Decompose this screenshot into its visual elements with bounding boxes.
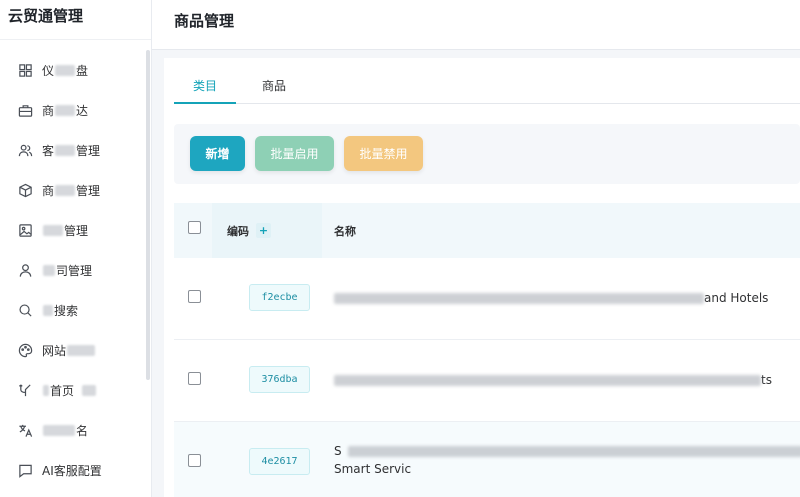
name-cell: S Smart Servic [334, 444, 800, 476]
sidebar-item-materials[interactable]: 管理 [0, 210, 146, 250]
name-cell: ts [334, 373, 772, 387]
sidebar-item-label: AI客服配置 [42, 463, 102, 478]
table-header: 编码 + 名称 [174, 203, 800, 258]
sidebar-item-label: 商 [42, 103, 55, 118]
sidebar-item-label-suffix: 管理 [76, 183, 101, 198]
redacted-text [334, 375, 761, 386]
image-icon [17, 222, 33, 238]
sidebar-item-label-suffix: 达 [76, 103, 89, 118]
redacted-text [43, 424, 75, 436]
tab-products[interactable]: 商品 [244, 68, 304, 104]
batch-enable-button[interactable]: 批量启用 [255, 136, 334, 171]
sidebar-item-company[interactable]: 司管理 [0, 250, 146, 290]
redacted-text [347, 446, 800, 457]
sidebar-item-label-suffix: 盘 [76, 63, 89, 78]
sidebar-item-translation[interactable]: 名 [0, 410, 146, 450]
sidebar-item-products[interactable]: 商 管理 [0, 170, 146, 210]
expand-column-button[interactable]: + [256, 223, 271, 238]
redacted-text [82, 384, 97, 396]
sidebar-item-customers[interactable]: 客 管理 [0, 130, 146, 170]
users-icon [17, 142, 33, 158]
tab-categories[interactable]: 类目 [174, 68, 236, 104]
chat-icon [17, 462, 33, 478]
add-button[interactable]: 新增 [190, 136, 245, 171]
sidebar-item-label-suffix: 管理 [76, 143, 101, 158]
sidebar-item-label: 客 [42, 143, 55, 158]
redacted-text [43, 384, 49, 396]
category-table: 编码 + 名称 f2ecbe and Hotels 376dba ts 4e26… [174, 203, 800, 497]
sidebar-item-search[interactable]: 搜索 [0, 290, 146, 330]
redacted-text [43, 224, 63, 236]
batch-disable-button[interactable]: 批量禁用 [344, 136, 423, 171]
sidebar-item-homepage[interactable]: 首页 [0, 370, 146, 410]
sidebar-item-label-suffix: 管理 [64, 223, 89, 238]
code-tag: f2ecbe [249, 284, 310, 311]
sidebar-item-business[interactable]: 商达 [0, 90, 146, 130]
redacted-text [43, 304, 53, 316]
redacted-text [55, 64, 76, 76]
app-title: 云贸通管理 [0, 0, 151, 40]
table-row[interactable]: f2ecbe and Hotels [174, 258, 800, 340]
name-cell: and Hotels [334, 291, 768, 305]
sidebar-scrollbar[interactable] [146, 50, 150, 380]
branch-icon [17, 382, 33, 398]
page-header: 商品管理 [152, 0, 800, 50]
code-tag: 376dba [249, 366, 310, 393]
redacted-text [43, 264, 55, 276]
row-checkbox[interactable] [188, 454, 201, 467]
page-title: 商品管理 [174, 12, 235, 30]
name-text: ts [761, 373, 772, 387]
redacted-text [55, 104, 76, 116]
code-tag: 4e2617 [249, 448, 310, 475]
briefcase-icon [17, 102, 33, 118]
sidebar-item-label: 仪 [42, 63, 55, 78]
name-text: S [334, 444, 342, 458]
user-icon [17, 262, 33, 278]
main-content: 类目 商品 新增 批量启用 批量禁用 编码 + 名称 f2ecbe and Ho… [164, 58, 800, 497]
sidebar-item-dashboard[interactable]: 仪盘 [0, 50, 146, 90]
tab-bar: 类目 商品 [174, 68, 800, 104]
sidebar-item-label-suffix: 司管理 [56, 263, 93, 278]
redacted-text [67, 344, 96, 356]
search-icon [17, 302, 33, 318]
sidebar-menu: 仪盘 商达 客管理 商管理 管理 司管理 搜索 网站 首页 名 AI客服配置 [0, 50, 146, 490]
action-toolbar: 新增 批量启用 批量禁用 [174, 124, 800, 184]
column-header-name[interactable]: 名称 [334, 223, 356, 239]
redacted-text [334, 293, 704, 304]
column-header-code[interactable]: 编码 [227, 223, 249, 239]
dashboard-icon [17, 62, 33, 78]
row-checkbox[interactable] [188, 290, 201, 303]
sidebar-item-label-suffix: 网站 [42, 343, 67, 358]
palette-icon [17, 342, 33, 358]
select-all-checkbox[interactable] [188, 221, 201, 234]
sidebar-scroll-thumb[interactable] [146, 50, 150, 380]
name-text: and Hotels [704, 291, 769, 305]
sidebar: 云贸通管理 仪盘 商达 客管理 商管理 管理 司管理 搜索 网站 首页 名 AI… [0, 0, 152, 497]
sidebar-item-label-suffix: 首页 [50, 383, 75, 398]
sidebar-item-ai-service[interactable]: AI客服配置 [0, 450, 146, 490]
redacted-text [55, 184, 76, 196]
translate-icon [17, 422, 33, 438]
box-icon [17, 182, 33, 198]
sidebar-item-label-suffix: 搜索 [54, 303, 79, 318]
name-text-line2: Smart Servic [334, 462, 412, 476]
table-row[interactable]: 4e2617 S Smart Servic [174, 422, 800, 497]
row-checkbox[interactable] [188, 372, 201, 385]
sidebar-item-website[interactable]: 网站 [0, 330, 146, 370]
sidebar-item-label: 商 [42, 183, 55, 198]
table-row[interactable]: 376dba ts [174, 340, 800, 422]
sidebar-item-label-suffix: 名 [76, 423, 89, 438]
redacted-text [55, 144, 76, 156]
